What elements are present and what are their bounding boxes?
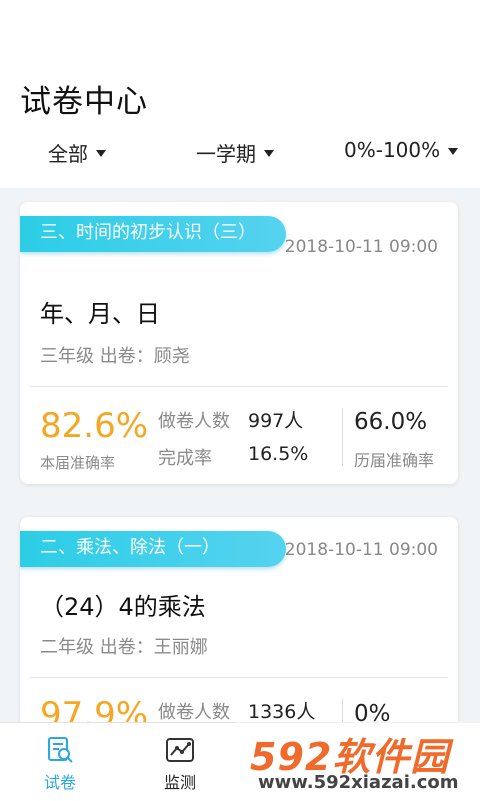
history-accuracy-label: 历届准确率 [354, 451, 435, 470]
exam-card[interactable]: 二、乘法、除法（一） 2018-10-11 09:00 （24）4的乘法 二年级… [20, 517, 458, 747]
tab-monitor-label: 监测 [163, 773, 196, 792]
stat-divider [342, 408, 343, 466]
participants-value: 1336人 [248, 701, 316, 723]
tab-monitor[interactable]: 监测 [140, 731, 220, 793]
current-accuracy: 82.6% [40, 406, 149, 446]
current-accuracy-label: 本届准确率 [40, 454, 116, 472]
exam-title: 年、月、日 [40, 300, 160, 328]
history-accuracy: 66.0% [354, 409, 428, 435]
divider [30, 386, 448, 387]
exam-title: （24）4的乘法 [40, 593, 206, 621]
filter-bar: 全部 一学期 0%-100% [0, 138, 480, 170]
exam-meta: 三年级 出卷：顾尧 [40, 346, 190, 367]
exam-date: 2018-10-11 09:00 [284, 540, 438, 560]
exam-card[interactable]: 三、时间的初步认识（三） 2018-10-11 09:00 年、月、日 三年级 … [20, 202, 458, 484]
exam-date: 2018-10-11 09:00 [284, 237, 438, 257]
completion-value: 16.5% [248, 443, 309, 465]
participants-label: 做卷人数 [158, 702, 230, 723]
watermark: 592软件园 www.592xiazai.com [236, 722, 480, 800]
filter-scope[interactable]: 全部 [48, 138, 106, 167]
exam-meta: 二年级 出卷：王丽娜 [40, 637, 208, 658]
filter-scope-label: 全部 [48, 142, 88, 166]
header: 试卷中心 全部 一学期 0%-100% [0, 0, 480, 188]
participants-value: 997人 [248, 410, 304, 432]
completion-label: 完成率 [158, 448, 212, 469]
line-chart-icon [165, 735, 195, 765]
tab-exams[interactable]: 试卷 [20, 731, 100, 793]
paper-search-icon [45, 735, 75, 765]
tab-exams-label: 试卷 [43, 773, 76, 792]
filter-semester[interactable]: 一学期 [196, 138, 274, 167]
page-title: 试卷中心 [20, 84, 148, 120]
unit-tag: 三、时间的初步认识（三） [20, 216, 286, 252]
unit-tag: 二、乘法、除法（一） [20, 531, 286, 567]
participants-label: 做卷人数 [158, 411, 230, 432]
watermark-url: www.592xiazai.com [258, 772, 459, 793]
caret-down-icon [96, 150, 106, 157]
filter-accuracy-label: 0%-100% [344, 138, 441, 162]
caret-down-icon [264, 150, 274, 157]
divider [30, 677, 448, 678]
filter-accuracy[interactable]: 0%-100% [344, 138, 459, 162]
filter-semester-label: 一学期 [196, 142, 256, 166]
caret-down-icon [448, 147, 459, 155]
